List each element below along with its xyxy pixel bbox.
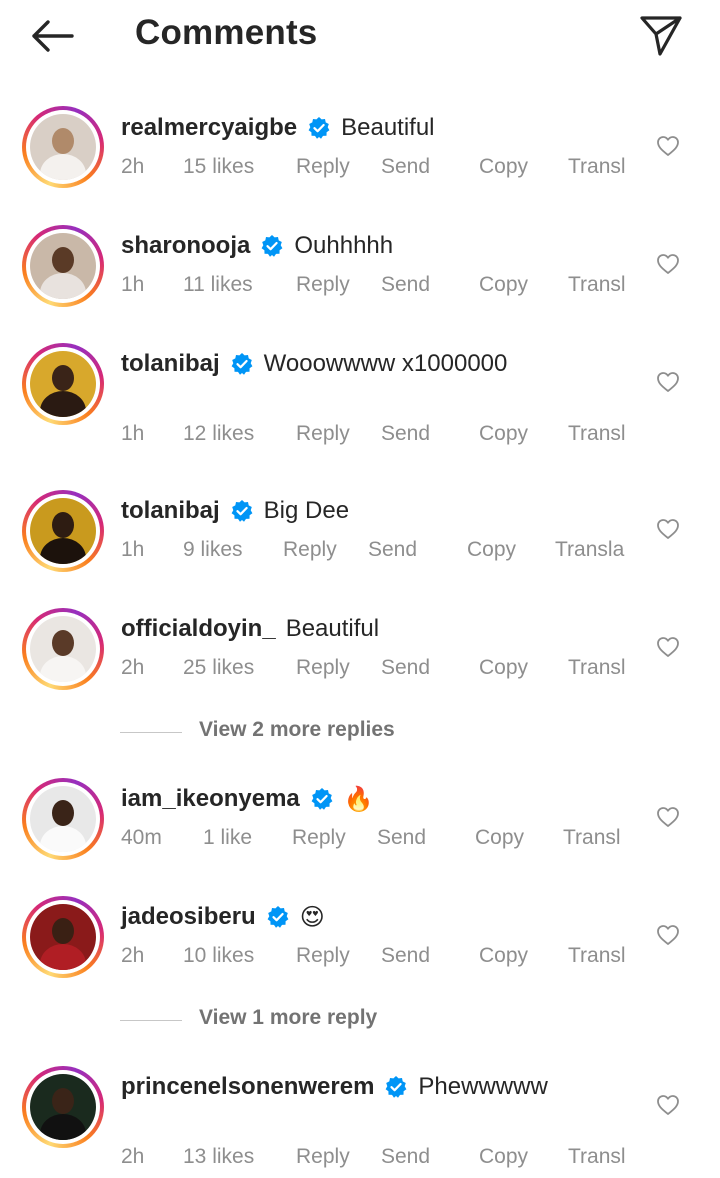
- comment-time: 2h: [121, 656, 145, 679]
- send-button[interactable]: Send: [381, 273, 430, 297]
- verified-badge-icon: [308, 117, 330, 139]
- comment-username[interactable]: tolanibaj: [121, 497, 220, 525]
- copy-button[interactable]: Copy: [479, 944, 528, 968]
- verified-badge-icon: [311, 788, 333, 810]
- likes-count[interactable]: 1 like: [203, 826, 252, 850]
- likes-count[interactable]: 25 likes: [183, 656, 254, 680]
- divider: [120, 1020, 182, 1021]
- comment-time: 1h: [121, 422, 145, 445]
- send-button[interactable]: Send: [381, 656, 430, 680]
- send-button[interactable]: Send: [381, 1145, 430, 1169]
- heart-icon[interactable]: [656, 518, 680, 540]
- verified-badge-icon: [231, 500, 253, 522]
- reply-button[interactable]: Reply: [296, 155, 350, 179]
- heart-icon[interactable]: [656, 924, 680, 946]
- heart-icon[interactable]: [656, 806, 680, 828]
- verified-badge-icon: [261, 235, 283, 257]
- view-more-label: View 2 more replies: [199, 718, 395, 741]
- send-button[interactable]: Send: [381, 155, 430, 179]
- copy-button[interactable]: Copy: [479, 155, 528, 179]
- comment-username[interactable]: officialdoyin_: [121, 615, 276, 643]
- avatar[interactable]: [22, 106, 104, 188]
- copy-button[interactable]: Copy: [467, 538, 516, 562]
- heart-eyes-emoji: 😍: [299, 903, 325, 931]
- avatar[interactable]: [22, 490, 104, 572]
- copy-button[interactable]: Copy: [479, 273, 528, 297]
- comment-username[interactable]: realmercyaigbe: [121, 114, 297, 142]
- copy-button[interactable]: Copy: [475, 826, 524, 850]
- reply-button[interactable]: Reply: [296, 273, 350, 297]
- avatar[interactable]: [22, 225, 104, 307]
- reply-button[interactable]: Reply: [292, 826, 346, 850]
- translate-button[interactable]: Transl: [568, 155, 626, 179]
- avatar[interactable]: [22, 343, 104, 425]
- heart-icon[interactable]: [656, 371, 680, 393]
- comment-username[interactable]: jadeosiberu: [121, 903, 256, 931]
- comment-time: 1h: [121, 538, 145, 561]
- copy-button[interactable]: Copy: [479, 422, 528, 446]
- comment-time: 2h: [121, 155, 145, 178]
- fire-emoji: 🔥: [343, 785, 374, 813]
- comment-text: Phewwwww: [418, 1073, 548, 1100]
- divider: [120, 732, 182, 733]
- comment-username[interactable]: princenelsonenwerem: [121, 1073, 374, 1101]
- avatar[interactable]: [22, 778, 104, 860]
- reply-button[interactable]: Reply: [296, 944, 350, 968]
- heart-icon[interactable]: [656, 135, 680, 157]
- likes-count[interactable]: 10 likes: [183, 944, 254, 968]
- reply-button[interactable]: Reply: [296, 656, 350, 680]
- comment-text: Big Dee: [263, 497, 350, 524]
- page-title: Comments: [135, 13, 318, 52]
- send-button[interactable]: Send: [381, 422, 430, 446]
- translate-button[interactable]: Transla: [555, 538, 624, 562]
- comment-text: Beautiful: [341, 114, 435, 141]
- comment-username[interactable]: tolanibaj: [121, 350, 220, 378]
- translate-button[interactable]: Transl: [568, 944, 626, 968]
- heart-icon[interactable]: [656, 253, 680, 275]
- reply-button[interactable]: Reply: [296, 422, 350, 446]
- reply-button[interactable]: Reply: [296, 1145, 350, 1169]
- avatar[interactable]: [22, 608, 104, 690]
- view-more-label: View 1 more reply: [199, 1006, 378, 1029]
- comment-time: 40m: [121, 826, 162, 849]
- copy-button[interactable]: Copy: [479, 656, 528, 680]
- comment-time: 2h: [121, 944, 145, 967]
- verified-badge-icon: [231, 353, 253, 375]
- verified-badge-icon: [386, 1076, 407, 1098]
- avatar[interactable]: [22, 896, 104, 978]
- heart-icon[interactable]: [656, 636, 680, 658]
- view-more-replies-button[interactable]: View 1 more reply: [120, 1006, 520, 1036]
- comment-text: Ouhhhhh: [294, 232, 394, 259]
- comment-text: Beautiful: [285, 615, 380, 642]
- paper-plane-icon[interactable]: [638, 12, 684, 58]
- send-button[interactable]: Send: [368, 538, 417, 562]
- verified-badge-icon: [267, 906, 289, 928]
- translate-button[interactable]: Transl: [568, 1145, 626, 1169]
- top-bar: Comments: [0, 0, 720, 72]
- translate-button[interactable]: Transl: [568, 422, 626, 446]
- send-button[interactable]: Send: [377, 826, 426, 850]
- translate-button[interactable]: Transl: [568, 656, 626, 680]
- view-more-replies-button[interactable]: View 2 more replies: [120, 718, 520, 748]
- likes-count[interactable]: 11 likes: [183, 273, 253, 297]
- heart-icon[interactable]: [656, 1094, 680, 1116]
- send-button[interactable]: Send: [381, 944, 430, 968]
- arrow-left-icon[interactable]: [28, 16, 78, 56]
- translate-button[interactable]: Transl: [563, 826, 621, 850]
- translate-button[interactable]: Transl: [568, 273, 626, 297]
- avatar[interactable]: [22, 1066, 104, 1148]
- comment-time: 1h: [121, 273, 145, 296]
- comment-username[interactable]: sharonooja: [121, 232, 250, 260]
- comment-time: 2h: [121, 1145, 145, 1168]
- copy-button[interactable]: Copy: [479, 1145, 528, 1169]
- reply-button[interactable]: Reply: [283, 538, 337, 562]
- likes-count[interactable]: 9 likes: [183, 538, 243, 562]
- likes-count[interactable]: 12 likes: [183, 422, 254, 446]
- comment-username[interactable]: iam_ikeonyema: [121, 785, 300, 813]
- comment-text: Wooowwww x1000000: [263, 350, 508, 377]
- likes-count[interactable]: 13 likes: [183, 1145, 254, 1169]
- likes-count[interactable]: 15 likes: [183, 155, 254, 179]
